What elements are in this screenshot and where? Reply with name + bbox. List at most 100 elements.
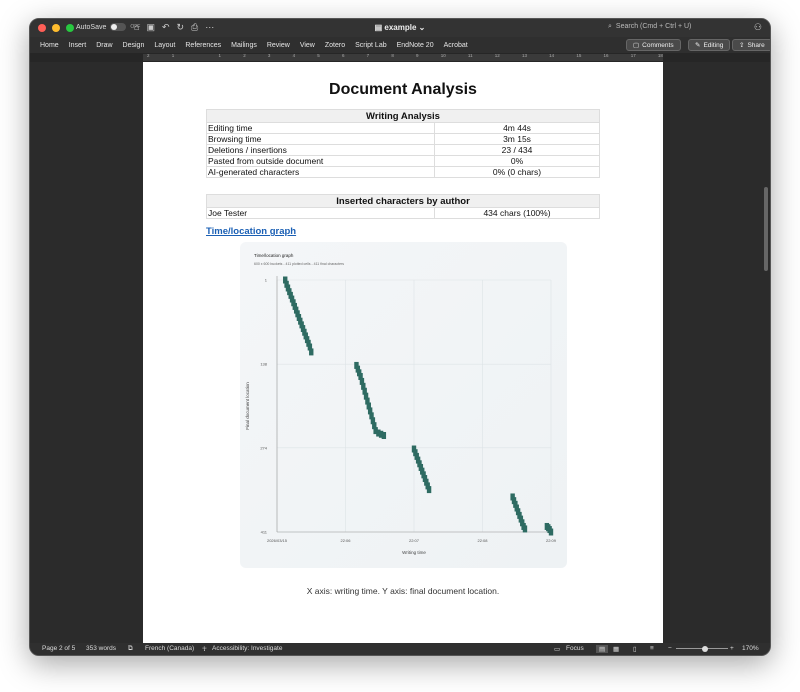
ruler-tick: 8 (391, 53, 394, 58)
x-tick-label: 22:07 (409, 538, 420, 543)
authors-table: Inserted characters by author Joe Tester… (206, 194, 600, 219)
ribbon-tab-design[interactable]: Design (118, 42, 150, 49)
writing-analysis-value: 3m 15s (434, 133, 600, 145)
ribbon-tab-draw[interactable]: Draw (91, 42, 117, 49)
ribbon-tab-insert[interactable]: Insert (64, 42, 92, 49)
ruler[interactable]: 2 1 1 2 3 4 5 6 7 8 9 10 11 12 13 14 15 16 17 18 (30, 53, 770, 62)
writing-analysis-row: AI-generated characters 0% (0 chars) (206, 166, 600, 178)
writing-analysis-value: 0% (0 chars) (434, 166, 600, 178)
author-row: Joe Tester 434 chars (100%) (206, 207, 600, 219)
document-name: example (384, 23, 417, 32)
ribbon: Home Insert Draw Design Layout References Mail… (30, 37, 770, 53)
ribbon-tab-references[interactable]: References (180, 42, 226, 49)
ribbon-tabs: Home Insert Draw Design Layout References Mail… (35, 42, 473, 49)
document-page[interactable]: Document Analysis Writing Analysis Editi… (143, 62, 663, 645)
ribbon-tab-zotero[interactable]: Zotero (320, 42, 350, 49)
ruler-tick: 16 (603, 53, 609, 58)
ruler-tick: 5 (317, 53, 320, 58)
ruler-tick: 11 (467, 53, 473, 58)
ribbon-tab-acrobat[interactable]: Acrobat (439, 42, 473, 49)
time-location-chart: Time/location graph 600 x 600 buckets - 4… (245, 253, 557, 555)
zoom-level[interactable]: 170% (742, 645, 759, 652)
collaborate-icon[interactable]: ⚇ (754, 22, 762, 33)
focus-icon[interactable]: ▭ (554, 645, 560, 653)
title-bar: AutoSave OFF ⌂ ▣ ↶ ↻ ⎙ ⋯ ▤ example ⌄ ⌕ S… (30, 19, 770, 37)
editing-label: Editing (703, 41, 724, 49)
writing-analysis-label: AI-generated characters (206, 166, 435, 178)
graph-card: Time/location graph 600 x 600 buckets - 4… (240, 242, 567, 568)
ribbon-tab-review[interactable]: Review (262, 42, 295, 49)
language-indicator[interactable]: French (Canada) (145, 645, 194, 652)
y-tick-label: 138 (260, 362, 267, 367)
writing-analysis-table: Writing Analysis Editing time 4m 44s Brows… (206, 109, 600, 178)
zoom-in-icon[interactable]: + (730, 645, 734, 652)
share-button[interactable]: ⇪ Share (732, 39, 770, 51)
web-layout-icon[interactable]: ▦ (613, 645, 619, 653)
ribbon-tab-view[interactable]: View (295, 42, 320, 49)
status-bar: Page 2 of 5 353 words ⧉ French (Canada) … (30, 643, 770, 655)
vertical-scrollbar[interactable] (764, 187, 768, 271)
comments-button[interactable]: ▢ Comments (626, 39, 681, 51)
ruler-tick: 1 (171, 53, 175, 58)
x-axis-label: Writing time (402, 550, 426, 555)
document-canvas: Document Analysis Writing Analysis Editi… (30, 62, 770, 645)
accessibility-icon[interactable]: ☥ (202, 645, 207, 653)
y-tick-label: 274 (260, 445, 267, 450)
writing-analysis-value: 0% (434, 155, 600, 167)
ruler-tick: 9 (416, 53, 419, 58)
word-count[interactable]: 353 words (86, 645, 116, 652)
comment-icon: ▢ (633, 42, 640, 49)
writing-analysis-header: Writing Analysis (206, 109, 600, 123)
ruler-tick: 3 (267, 53, 271, 58)
writing-analysis-label: Editing time (206, 122, 435, 134)
page-indicator[interactable]: Page 2 of 5 (42, 645, 75, 652)
ruler-ticks: 2 1 1 2 3 4 5 6 7 8 9 10 11 12 13 14 15 16 17 18 (147, 53, 663, 62)
data-point (426, 486, 432, 494)
ribbon-tab-mailings[interactable]: Mailings (226, 42, 262, 49)
writing-analysis-label: Deletions / insertions (206, 144, 435, 156)
ribbon-tab-layout[interactable]: Layout (149, 42, 180, 49)
editing-button[interactable]: ✎ Editing (688, 39, 731, 51)
zoom-out-icon[interactable]: − (668, 645, 672, 652)
ruler-tick: 18 (657, 53, 663, 58)
x-tick-label: 2026/03/15 (267, 538, 288, 543)
ruler-tick: 15 (576, 53, 582, 58)
focus-label[interactable]: Focus (566, 645, 584, 652)
graph-link[interactable]: Time/location graph (206, 226, 296, 237)
authors-header: Inserted characters by author (206, 194, 600, 208)
ruler-tick: 10 (440, 53, 446, 58)
y-axis-label: Final document location (245, 382, 250, 430)
chart-title: Time/location graph (254, 253, 294, 258)
ruler-tick: 4 (292, 53, 296, 58)
y-tick-label: 411 (261, 530, 268, 535)
share-label: Share (747, 41, 765, 49)
share-icon: ⇪ (739, 42, 745, 49)
page-title: Document Analysis (329, 81, 477, 98)
x-tick-label: 22:09 (546, 538, 557, 543)
author-value: 434 chars (100%) (434, 207, 600, 219)
print-layout-icon[interactable]: ▤ (596, 645, 609, 653)
search-box[interactable]: ⌕ Search (Cmd + Ctrl + U) (608, 23, 691, 31)
ribbon-tab-home[interactable]: Home (35, 42, 64, 49)
chevron-down-icon: ⌄ (418, 23, 426, 32)
x-tick-label: 22:06 (340, 538, 351, 543)
ruler-tick: 14 (549, 53, 555, 58)
writing-analysis-row: Browsing time 3m 15s (206, 133, 600, 145)
proofing-icon[interactable]: ⧉ (128, 645, 133, 653)
read-mode-icon[interactable]: ▯ (633, 645, 637, 653)
ribbon-tab-endnote-20[interactable]: EndNote 20 (392, 42, 439, 49)
ribbon-tab-script-lab[interactable]: Script Lab (350, 42, 392, 49)
author-label: Joe Tester (206, 207, 435, 219)
writing-analysis-label: Pasted from outside document (206, 155, 435, 167)
accessibility-status[interactable]: Accessibility: Investigate (212, 645, 282, 652)
data-point (522, 525, 528, 533)
search-placeholder: Search (Cmd + Ctrl + U) (615, 23, 692, 30)
writing-analysis-row: Deletions / insertions 23 / 434 (206, 144, 600, 156)
ruler-tick: 12 (494, 53, 500, 58)
search-icon: ⌕ (608, 23, 612, 30)
chart-subtitle: 600 x 600 buckets - 411 plotted cells - … (254, 262, 344, 266)
ruler-tick: 6 (341, 53, 345, 58)
zoom-slider-thumb[interactable] (702, 646, 708, 652)
pencil-icon: ✎ (695, 42, 701, 49)
outline-icon[interactable]: ≡ (650, 645, 654, 652)
